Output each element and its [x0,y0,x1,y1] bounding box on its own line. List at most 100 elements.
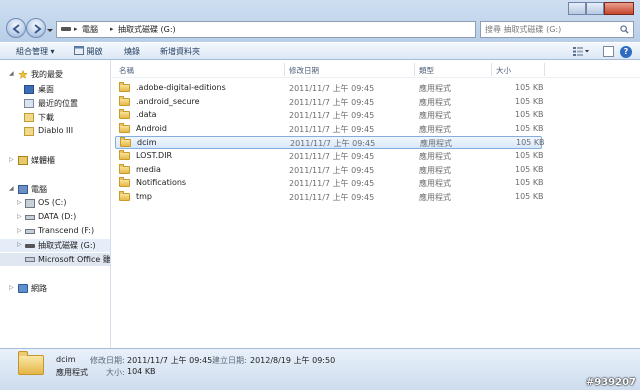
nav-drive-d[interactable]: ▷ DATA (D:) [0,211,110,224]
column-divider[interactable] [491,63,492,76]
open-icon [74,46,84,55]
column-header-size[interactable]: 大小 [496,65,511,76]
file-type: 應用程式 [419,165,451,175]
file-size: 105 KB [515,96,544,106]
nav-drive-g[interactable]: ▷ 抽取式磁碟 (G:) [0,239,110,252]
nav-drive-c-label: OS (C:) [38,198,67,207]
new-folder-button[interactable]: 新增資料夾 [160,46,200,57]
explorer-window: ▸ 電腦 ▸ 抽取式磁碟 (G:) ▾ 搜尋 抽取式磁碟 (G:) 組合管理 ▾… [0,0,640,390]
nav-office-label: Microsoft Office 雖 [38,255,111,264]
nav-libraries[interactable]: ▷ 媒體櫃 [0,154,110,167]
preview-pane-icon[interactable] [603,46,614,57]
column-divider[interactable] [284,63,285,76]
watermark: #939207 [585,377,636,388]
file-name: dcim [137,138,157,148]
breadcrumb-drive-g[interactable]: 抽取式磁碟 (G:) [118,24,176,35]
collapse-arrow-icon[interactable]: ▷ [17,241,22,248]
column-divider[interactable] [544,63,545,76]
file-row[interactable]: .data 2011/11/7 上午 09:45 應用程式 105 KB [115,109,544,122]
file-row[interactable]: dcim 2011/11/7 上午 09:45 應用程式 105 KB [115,136,545,150]
hard-drive-icon [25,229,35,234]
expand-arrow-icon[interactable]: ◢ [9,185,14,192]
collapse-arrow-icon[interactable]: ▷ [17,213,22,220]
file-row[interactable]: .android_secure 2011/11/7 上午 09:45 應用程式 105… [115,95,544,109]
breadcrumb-computer[interactable]: 電腦 [82,24,98,35]
recent-pages-dropdown[interactable] [46,26,54,34]
file-size: 105 KB [515,123,544,133]
file-row[interactable]: Notifications 2011/11/7 上午 09:45 應用程式 105 K… [115,177,544,190]
breadcrumb-separator-icon: ▸ [74,25,78,33]
file-size: 105 KB [515,83,544,92]
details-file-name: dcim [56,355,76,364]
forward-button[interactable] [26,18,46,38]
nav-network-label: 網路 [31,284,47,293]
change-view-icon[interactable] [572,46,590,57]
chevron-down-icon [47,29,53,32]
collapse-arrow-icon[interactable]: ▷ [17,199,22,206]
nav-computer[interactable]: ◢ 電腦 [0,183,110,196]
nav-drive-d-label: DATA (D:) [38,212,77,221]
file-name: tmp [136,191,153,201]
search-input[interactable]: 搜尋 抽取式磁碟 (G:) [480,21,634,38]
collapse-arrow-icon[interactable]: ▷ [17,227,22,234]
column-header-type[interactable]: 類型 [419,65,434,76]
address-bar[interactable]: ▸ 電腦 ▸ 抽取式磁碟 (G:) ▾ [56,21,528,38]
nav-desktop[interactable]: 桌面 [0,83,110,96]
folder-icon [24,127,34,136]
column-header-name[interactable]: 名稱 [119,65,134,76]
nav-drive-g-label: 抽取式磁碟 (G:) [38,241,96,250]
star-icon [18,70,28,79]
nav-favorites[interactable]: ◢ 我的最愛 [0,68,110,81]
libraries-icon [18,156,28,165]
nav-favorites-label: 我的最愛 [31,70,63,79]
file-modified-date: 2011/11/7 上午 09:45 [289,192,375,202]
nav-office[interactable]: Microsoft Office 雖 [0,253,110,266]
nav-drive-f-label: Transcend (F:) [38,226,95,235]
open-button[interactable]: 開啟 [74,46,103,57]
file-type: 應用程式 [420,139,452,149]
nav-network[interactable]: ▷ 網路 [0,282,110,295]
file-name: Notifications [136,178,187,188]
file-size: 105 KB [515,178,544,188]
help-button[interactable]: ? [620,46,632,58]
collapse-arrow-icon[interactable]: ▷ [9,156,14,163]
file-modified-date: 2011/11/7 上午 09:45 [289,111,375,121]
file-size: 105 KB [515,164,544,174]
nav-downloads[interactable]: 下載 [0,111,110,124]
burn-button[interactable]: 燒錄 [124,46,140,57]
expand-arrow-icon[interactable]: ◢ [9,70,14,77]
downloads-folder-icon [24,113,34,122]
file-row[interactable]: media 2011/11/7 上午 09:45 應用程式 105 KB [115,163,544,177]
drive-icon [25,257,35,262]
file-row[interactable]: .adobe-digital-editions 2011/11/7 上午 09:4… [115,82,544,95]
nav-diablo[interactable]: Diablo III [0,125,110,138]
hard-drive-icon [25,215,35,220]
folder-icon [119,122,130,133]
file-type: 應用程式 [419,192,451,202]
file-row[interactable]: LOST.DIR 2011/11/7 上午 09:45 應用程式 105 KB [115,150,544,163]
nav-computer-label: 電腦 [31,185,47,194]
desktop-icon [24,85,34,94]
organize-menu-button[interactable]: 組合管理 ▾ [16,46,55,57]
navigation-pane: ◢ 我的最愛 桌面 最近的位置 下載 Diablo III ▷ 媒體櫃 ◢ 電腦… [0,60,111,348]
collapse-arrow-icon[interactable]: ▷ [9,284,14,291]
nav-diablo-label: Diablo III [38,126,74,135]
nav-recent-places[interactable]: 最近的位置 [0,97,110,110]
nav-drive-c[interactable]: ▷ OS (C:) [0,197,110,210]
search-icon [620,25,629,34]
os-drive-icon [25,199,35,208]
nav-drive-f[interactable]: ▷ Transcend (F:) [0,225,110,238]
file-row[interactable]: Android 2011/11/7 上午 09:45 應用程式 105 KB [115,122,544,136]
details-pane: dcim 應用程式 修改日期: 2011/11/7 上午 09:45 建立日期:… [0,348,640,390]
forward-arrow-icon [34,24,42,34]
nav-recent-label: 最近的位置 [38,99,78,108]
file-row[interactable]: tmp 2011/11/7 上午 09:45 應用程式 105 KB [115,190,544,204]
column-divider[interactable] [414,63,415,76]
nav-libraries-label: 媒體櫃 [31,156,55,165]
details-created-value: 2012/8/19 上午 09:50 [250,356,336,365]
nav-downloads-label: 下載 [38,113,54,122]
back-button[interactable] [6,18,26,38]
back-arrow-icon [12,24,20,34]
column-header-modified[interactable]: 修改日期 [289,65,319,76]
folder-icon [119,163,130,174]
